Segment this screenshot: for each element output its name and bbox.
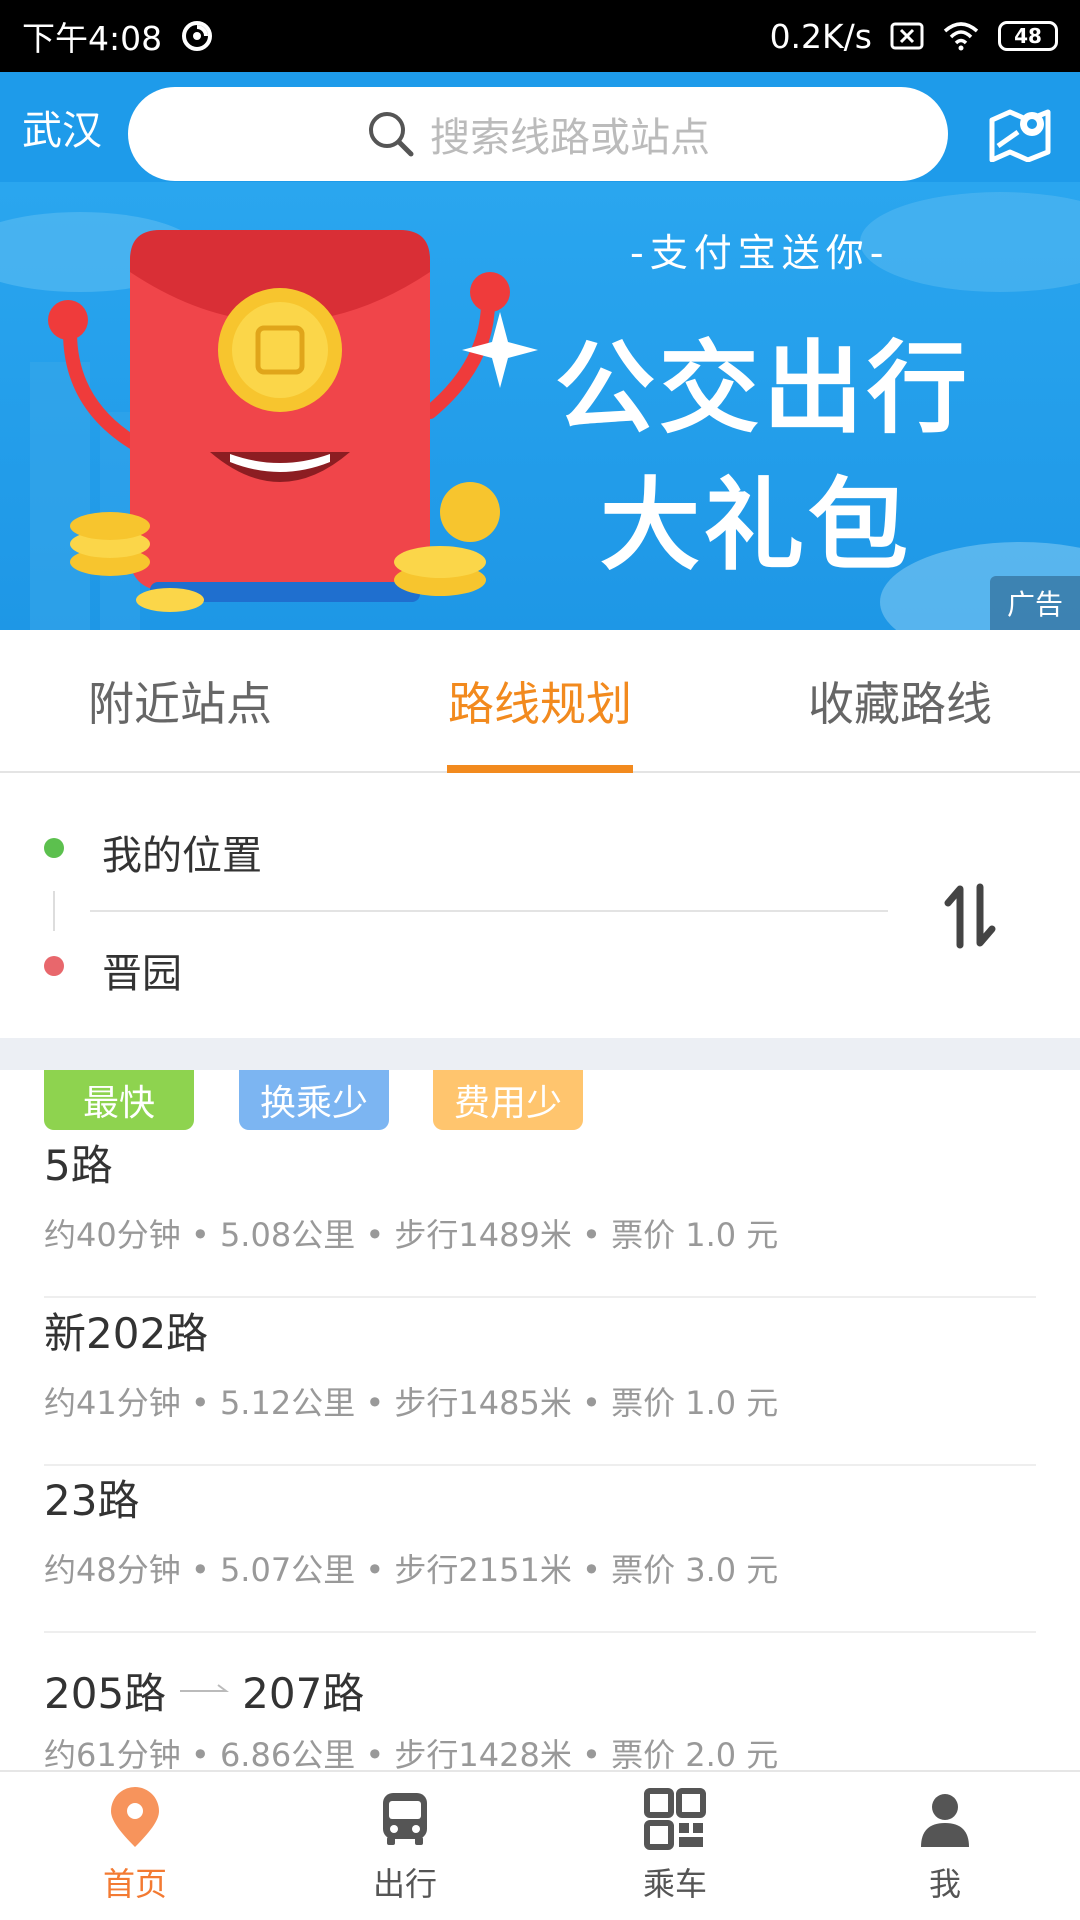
app-root: 下午4:08 0.2K/s 48 武汉 搜索线路或站点 -支付宝送你- 公交出行… [0,0,1080,1920]
nav-ride-label: 乘车 [642,1865,707,1903]
banner-subtitle: -支付宝送你- [630,231,890,275]
search-placeholder: 搜索线路或站点 [430,115,710,161]
notification-icon [182,21,213,51]
route-meta: 约48分钟 • 5.07公里 • 步行2151米 • 票价 3.0 元 [44,1551,779,1589]
map-icon[interactable] [988,102,1052,162]
tag-lower-cost[interactable]: 费用少 [433,1070,583,1130]
route-name: 新202路 [44,1309,209,1358]
top-header: 武汉 搜索线路或站点 [0,72,1080,182]
route-result-item[interactable]: 205路 207路 约61分钟 • 6.86公里 • 步行1428米 • 票价 … [44,1660,1036,1770]
status-right: 0.2K/s 48 [770,17,1058,56]
result-divider [44,1296,1036,1298]
transfer-arrow-icon [180,1683,230,1692]
user-icon [921,1794,969,1847]
route-results: 最快 换乘少 费用少 5路 约40分钟 • 5.08公里 • 步行1489米 •… [0,1070,1080,1770]
result-divider [44,1631,1036,1633]
nav-trip-label: 出行 [372,1865,437,1903]
route-name-first: 205路 [44,1669,167,1718]
route-meta: 约40分钟 • 5.08公里 • 步行1489米 • 票价 1.0 元 [44,1216,779,1254]
sim-icon [890,22,924,50]
bus-icon [383,1793,427,1845]
origin-field[interactable]: 我的位置 [102,823,262,881]
banner-title-line2: 大礼包 [600,467,912,584]
tag-fewer-transfers[interactable]: 换乘少 [239,1070,389,1130]
nav-ride[interactable]: 乘车 [540,1772,810,1920]
tab-route-planning[interactable]: 路线规划 [360,630,720,771]
tag-fastest[interactable]: 最快 [44,1070,194,1130]
search-input[interactable]: 搜索线路或站点 [128,87,948,181]
route-meta: 约41分钟 • 5.12公里 • 步行1485米 • 票价 1.0 元 [44,1384,779,1422]
swap-icon[interactable] [942,881,998,951]
route-name-transfer: 205路 207路 [44,1660,364,1721]
status-bar: 下午4:08 0.2K/s 48 [0,0,1080,72]
status-left: 下午4:08 [22,12,214,60]
ad-badge: 广告 [990,576,1080,630]
location-pin-icon [111,1787,159,1847]
origin-dot [44,838,64,858]
input-divider [90,910,888,912]
wifi-icon [943,22,979,51]
route-result-item[interactable]: 5路 约40分钟 • 5.08公里 • 步行1489米 • 票价 1.0 元 [44,1132,1036,1298]
route-name: 23路 [44,1476,140,1525]
destination-dot [44,956,64,976]
banner-title-line1: 公交出行 [555,330,971,447]
status-time: 下午4:08 [22,19,163,58]
nav-me-label: 我 [928,1865,961,1903]
route-meta: 约61分钟 • 6.86公里 • 步行1428米 • 票价 2.0 元 [44,1736,779,1770]
red-packet-illustration [48,230,538,612]
nav-home[interactable]: 首页 [0,1772,270,1920]
search-icon [369,112,414,157]
bottom-navigation: 首页 出行 乘车 我 [0,1770,1080,1920]
route-name: 5路 [44,1141,113,1190]
tab-bar: 附近站点 路线规划 收藏路线 [0,630,1080,773]
section-divider [0,1038,1080,1070]
route-result-item[interactable]: 23路 约48分钟 • 5.07公里 • 步行2151米 • 票价 3.0 元 [44,1467,1036,1633]
nav-me[interactable]: 我 [810,1772,1080,1920]
nav-home-label: 首页 [102,1865,167,1903]
battery-indicator: 48 [998,21,1058,51]
tab-saved-routes[interactable]: 收藏路线 [720,630,1080,771]
route-name-second: 207路 [242,1669,365,1718]
tab-nearby-stops[interactable]: 附近站点 [0,630,360,771]
destination-field[interactable]: 晋园 [102,941,182,999]
route-result-item[interactable]: 新202路 约41分钟 • 5.12公里 • 步行1485米 • 票价 1.0 … [44,1300,1036,1466]
connector-line [53,891,55,931]
result-divider [44,1464,1036,1466]
route-input-panel: 我的位置 晋园 [0,773,1080,1038]
qr-code-icon [644,1788,706,1850]
promo-banner[interactable]: -支付宝送你- 公交出行 大礼包 广告 [0,182,1080,630]
city-selector[interactable]: 武汉 [0,98,125,156]
nav-trip[interactable]: 出行 [270,1772,540,1920]
network-speed: 0.2K/s [769,16,872,56]
